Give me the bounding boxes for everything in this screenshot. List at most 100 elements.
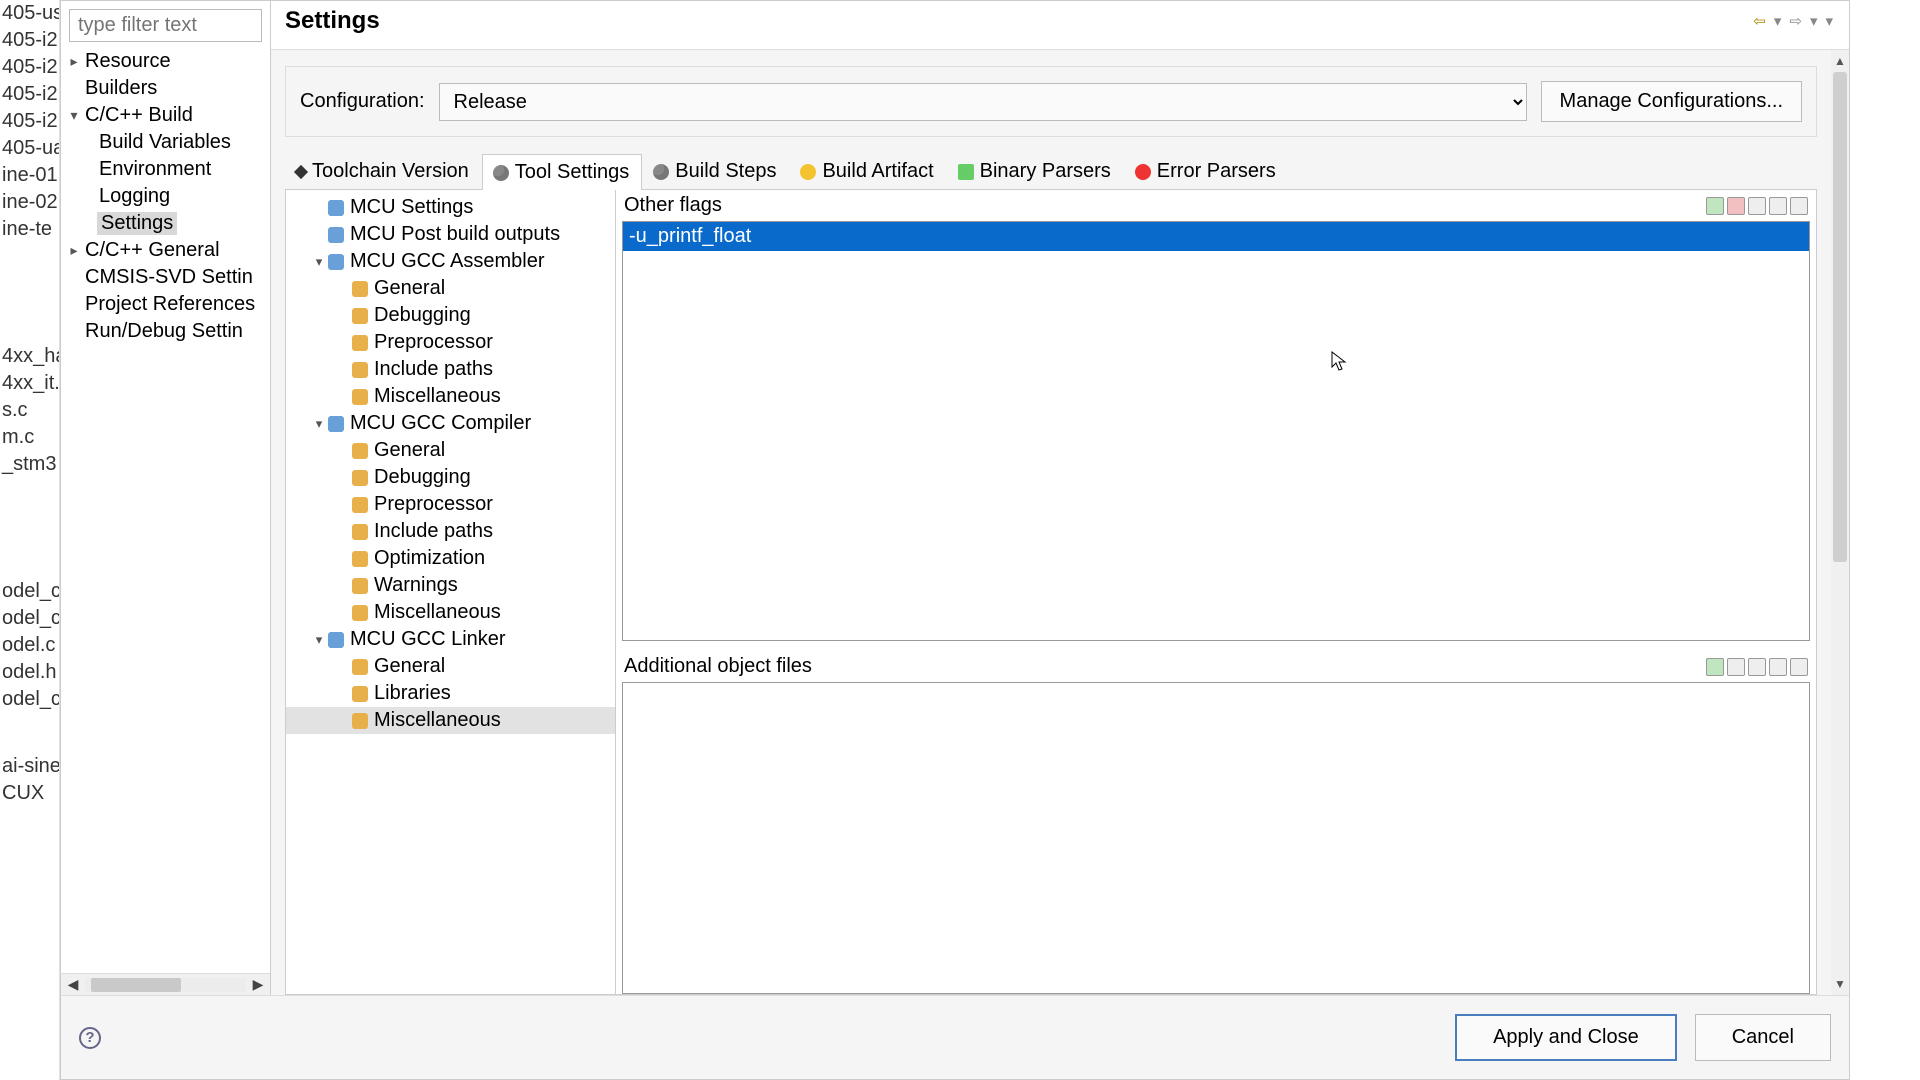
tool-tree-label: Optimization bbox=[374, 547, 485, 570]
tool-tree-item[interactable]: Libraries bbox=[286, 680, 615, 707]
bin-icon bbox=[958, 164, 974, 180]
bg-tree-item: ai-sine bbox=[0, 753, 59, 780]
configuration-select[interactable]: Release bbox=[439, 83, 1527, 121]
tab-error-parsers[interactable]: Error Parsers bbox=[1124, 153, 1289, 189]
add-flag-icon[interactable] bbox=[1706, 197, 1724, 215]
tool-tree-label: MCU Settings bbox=[350, 196, 473, 219]
tool-tree-item[interactable]: Include paths bbox=[286, 356, 615, 383]
tool-tree-label: MCU GCC Linker bbox=[350, 628, 506, 651]
tool-tree-item[interactable]: General bbox=[286, 653, 615, 680]
tool-tree-item[interactable]: ▾ MCU GCC Linker bbox=[286, 626, 615, 653]
apply-close-button[interactable]: Apply and Close bbox=[1455, 1014, 1677, 1061]
expand-icon[interactable]: ▸ bbox=[65, 242, 83, 259]
category-item[interactable]: Run/Debug Settin bbox=[61, 318, 270, 345]
tool-tree-item[interactable]: Debugging bbox=[286, 302, 615, 329]
delete-flag-icon[interactable] bbox=[1727, 197, 1745, 215]
movedown-flag-icon[interactable] bbox=[1790, 197, 1808, 215]
tool-tree-item[interactable]: Miscellaneous bbox=[286, 383, 615, 410]
nav-forward-icon[interactable]: ⇨ bbox=[1787, 12, 1804, 30]
expand-icon[interactable]: ▸ bbox=[65, 53, 83, 70]
tool-tree-label: Miscellaneous bbox=[374, 385, 501, 408]
scroll-right-icon[interactable]: ▶ bbox=[246, 976, 270, 993]
tool-settings-tree[interactable]: MCU SettingsMCU Post build outputs▾MCU G… bbox=[286, 190, 616, 994]
category-label: Run/Debug Settin bbox=[83, 320, 245, 343]
tool-icon bbox=[328, 254, 344, 270]
vscroll-up-icon[interactable]: ▲ bbox=[1834, 50, 1846, 72]
tab-build-artifact[interactable]: Build Artifact bbox=[789, 153, 946, 189]
delete-obj-icon[interactable] bbox=[1727, 658, 1745, 676]
moveup-obj-icon[interactable] bbox=[1769, 658, 1787, 676]
scroll-left-icon[interactable]: ◀ bbox=[61, 976, 85, 993]
tool-tree-item[interactable]: ▾MCU GCC Compiler bbox=[286, 410, 615, 437]
tool-icon bbox=[352, 551, 368, 567]
bg-tree-item: ine-02 bbox=[0, 189, 59, 216]
category-tree[interactable]: ▸ResourceBuilders▾C/C++ BuildBuild Varia… bbox=[61, 48, 270, 973]
expand-icon[interactable]: ▾ bbox=[310, 416, 328, 432]
tool-tree-item[interactable]: Warnings bbox=[286, 572, 615, 599]
other-flags-label: Other flags bbox=[624, 194, 722, 217]
tool-tree-item[interactable]: MCU Post build outputs bbox=[286, 221, 615, 248]
tool-tree-item[interactable]: General bbox=[286, 275, 615, 302]
bg-tree-item: odel.h bbox=[0, 659, 59, 686]
tool-tree-item[interactable]: Debugging bbox=[286, 464, 615, 491]
tab-tool-settings[interactable]: Tool Settings bbox=[482, 154, 643, 190]
tool-tree-item[interactable]: Preprocessor bbox=[286, 491, 615, 518]
category-label: Builders bbox=[83, 77, 159, 100]
category-label: C/C++ Build bbox=[83, 104, 195, 127]
tool-tree-item[interactable]: MCU Settings bbox=[286, 194, 615, 221]
tab-build-steps[interactable]: Build Steps bbox=[642, 153, 789, 189]
add-obj-icon[interactable] bbox=[1706, 658, 1724, 676]
vscroll-down-icon[interactable]: ▼ bbox=[1834, 973, 1846, 995]
background-project-tree: 405-us405-i2405-i2405-i2405-i2405-uaine-… bbox=[0, 0, 60, 1080]
category-item[interactable]: ▸Resource bbox=[61, 48, 270, 75]
tool-icon bbox=[352, 470, 368, 486]
tab-binary-parsers[interactable]: Binary Parsers bbox=[947, 153, 1124, 189]
flag-entry[interactable]: -u_printf_float bbox=[623, 222, 1809, 251]
moveup-flag-icon[interactable] bbox=[1769, 197, 1787, 215]
tool-tree-item[interactable]: ▾MCU GCC Assembler bbox=[286, 248, 615, 275]
edit-obj-icon[interactable] bbox=[1748, 658, 1766, 676]
nav-back-icon[interactable]: ⇦ bbox=[1751, 12, 1768, 30]
nav-forward-menu-icon[interactable]: ▾ bbox=[1808, 12, 1820, 30]
nav-back-menu-icon[interactable]: ▾ bbox=[1772, 12, 1784, 30]
other-flags-list[interactable]: -u_printf_float bbox=[622, 221, 1810, 641]
edit-flag-icon[interactable] bbox=[1748, 197, 1766, 215]
expand-icon[interactable]: ▾ bbox=[310, 254, 328, 270]
category-item[interactable]: Project References bbox=[61, 291, 270, 318]
vscroll-thumb[interactable] bbox=[1833, 72, 1847, 562]
category-item[interactable]: ▸C/C++ General bbox=[61, 237, 270, 264]
category-item[interactable]: CMSIS-SVD Settin bbox=[61, 264, 270, 291]
tool-tree-item[interactable]: Optimization bbox=[286, 545, 615, 572]
movedown-obj-icon[interactable] bbox=[1790, 658, 1808, 676]
category-item[interactable]: ▾C/C++ Build bbox=[61, 102, 270, 129]
nav-view-menu-icon[interactable]: ▾ bbox=[1823, 12, 1835, 30]
category-subitem[interactable]: Logging bbox=[61, 183, 270, 210]
category-hscroll[interactable]: ◀ ▶ bbox=[61, 973, 270, 995]
hscroll-thumb[interactable] bbox=[91, 978, 181, 992]
content-vscroll[interactable]: ▲ ▼ bbox=[1831, 50, 1849, 995]
tool-tree-item[interactable]: Preprocessor bbox=[286, 329, 615, 356]
filter-input[interactable] bbox=[69, 9, 262, 42]
category-item[interactable]: Builders bbox=[61, 75, 270, 102]
bg-tree-item: 405-i2 bbox=[0, 27, 59, 54]
header-nav: ⇦ ▾ ⇨ ▾ ▾ bbox=[1751, 12, 1835, 30]
category-subitem[interactable]: Environment bbox=[61, 156, 270, 183]
bg-tree-item: 405-ua bbox=[0, 135, 59, 162]
category-subitem[interactable]: Settings bbox=[61, 210, 270, 237]
expand-icon[interactable]: ▾ bbox=[65, 107, 83, 124]
light-icon bbox=[800, 164, 816, 180]
tool-tree-item[interactable]: Miscellaneous bbox=[286, 599, 615, 626]
tool-tree-item[interactable]: Miscellaneous bbox=[286, 707, 615, 734]
expand-icon[interactable]: ▾ bbox=[310, 632, 328, 648]
cancel-button[interactable]: Cancel bbox=[1695, 1014, 1831, 1061]
addl-obj-toolbar bbox=[1706, 658, 1808, 676]
addl-obj-list[interactable] bbox=[622, 682, 1810, 994]
tool-tree-item[interactable]: General bbox=[286, 437, 615, 464]
manage-configurations-button[interactable]: Manage Configurations... bbox=[1541, 81, 1802, 122]
help-icon[interactable]: ? bbox=[79, 1027, 101, 1049]
tab-toolchain-version[interactable]: Toolchain Version bbox=[285, 153, 482, 189]
bg-tree-item: 405-i2 bbox=[0, 54, 59, 81]
bg-tree-item: ine-01 bbox=[0, 162, 59, 189]
category-subitem[interactable]: Build Variables bbox=[61, 129, 270, 156]
tool-tree-item[interactable]: Include paths bbox=[286, 518, 615, 545]
